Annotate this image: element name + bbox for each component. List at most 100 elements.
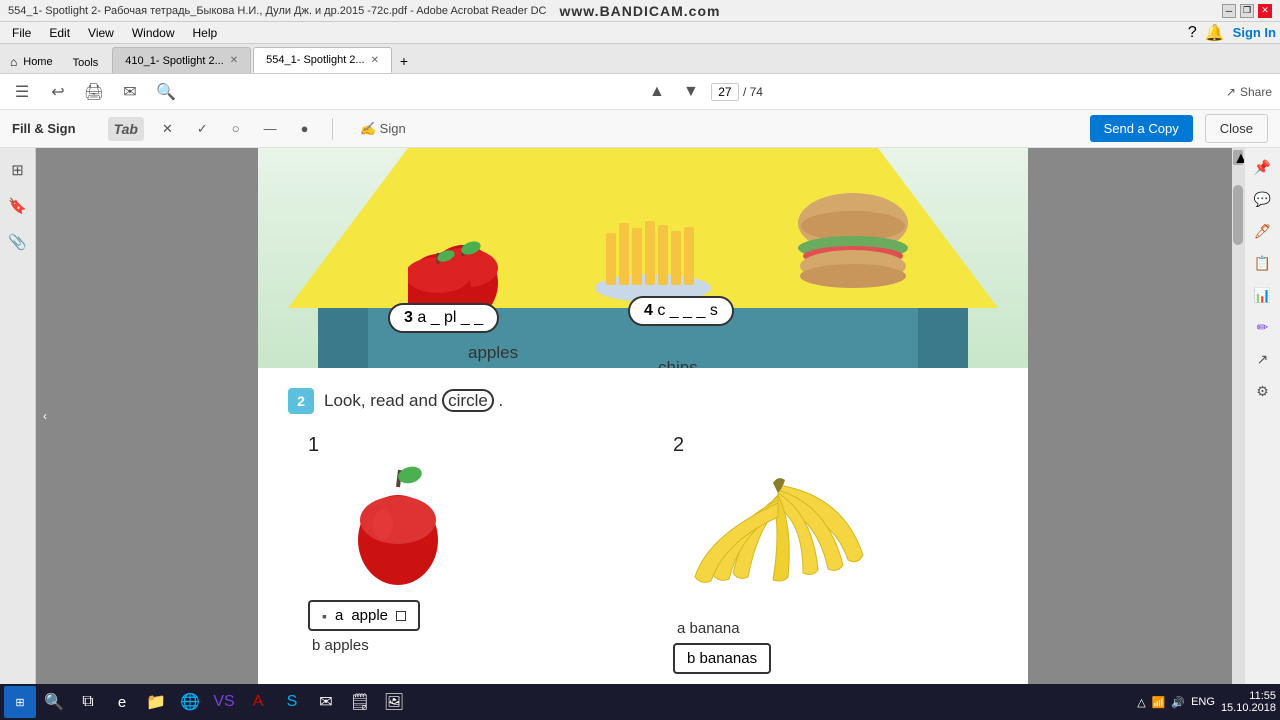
item-2-option-a: a banana: [677, 620, 740, 637]
word-box-4: 4 c _ _ _ s: [628, 296, 734, 326]
search-button[interactable]: 🔍: [152, 78, 180, 106]
vs-icon[interactable]: VS: [208, 686, 240, 718]
ie-icon[interactable]: e: [106, 686, 138, 718]
line-tool[interactable]: —: [258, 117, 283, 140]
send-copy-button[interactable]: Send a Copy: [1090, 115, 1193, 142]
share-label: Share: [1240, 85, 1272, 99]
tab-1-close[interactable]: ✕: [230, 55, 238, 66]
bell-icon[interactable]: 🔔: [1205, 23, 1225, 43]
exercise-2-section: 2 Look, read and circle . 1: [258, 368, 1028, 684]
table-background: 3 a _ pl _ _ 4 c _ _ _ s apples chips: [258, 148, 1028, 368]
sign-button[interactable]: ✍ Sign: [351, 117, 413, 141]
search-taskbar-icon[interactable]: 🔍: [38, 686, 70, 718]
rs-edit-icon[interactable]: ✏: [1248, 312, 1278, 342]
item-2-option-b-text: bananas: [700, 650, 758, 667]
page-number-input[interactable]: [711, 83, 739, 101]
titlebar-controls: ─ ❐ ✕: [1222, 4, 1272, 18]
menu-view[interactable]: View: [80, 24, 122, 42]
rs-arrow-icon[interactable]: ↗: [1248, 344, 1278, 374]
mail-icon[interactable]: ✉: [310, 686, 342, 718]
titlebar-title: 554_1- Spotlight 2- Рабочая тетрадь_Быко…: [8, 5, 546, 17]
circle-word: circle: [442, 389, 494, 412]
exercise-2-number: 2: [288, 388, 314, 414]
network-icon: 📶: [1152, 696, 1166, 709]
dot-tool[interactable]: ●: [295, 117, 315, 140]
sidebar-bookmark-icon[interactable]: 🔖: [4, 192, 32, 220]
menubar: File Edit View Window Help ? 🔔 Sign In: [0, 22, 1280, 44]
vertical-scrollbar[interactable]: ▲: [1232, 148, 1244, 684]
scroll-left-arrow[interactable]: ‹: [43, 409, 47, 423]
rs-pin-icon[interactable]: 📌: [1248, 152, 1278, 182]
next-page-button[interactable]: ▼: [677, 78, 705, 106]
share-button[interactable]: ↗ Share: [1226, 85, 1272, 99]
tray-arrow[interactable]: △: [1137, 696, 1145, 709]
close-window-button[interactable]: ✕: [1258, 4, 1272, 18]
folder-icon[interactable]: 📁: [140, 686, 172, 718]
prev-page-button[interactable]: ▲: [643, 78, 671, 106]
sidebar-thumbnail-icon[interactable]: ⊞: [4, 156, 32, 184]
item-1-checkbox: [396, 611, 406, 621]
chrome-icon[interactable]: 🌐: [174, 686, 206, 718]
rs-comment-icon[interactable]: 💬: [1248, 184, 1278, 214]
rs-stamp-icon[interactable]: 📋: [1248, 248, 1278, 278]
fillsign-label: Fill & Sign: [12, 121, 76, 136]
img-icon[interactable]: 🖼: [378, 686, 410, 718]
rs-chart-icon[interactable]: 📊: [1248, 280, 1278, 310]
acrobat-taskbar-icon[interactable]: A: [242, 686, 274, 718]
fillsign-bar: Fill & Sign Tab ✕ ✓ ○ — ● ✍ Sign Send a …: [0, 110, 1280, 148]
tools-label: Tools: [73, 57, 99, 69]
back-button[interactable]: ↩: [44, 78, 72, 106]
menu-help[interactable]: Help: [185, 24, 226, 42]
check-tool[interactable]: ✓: [191, 117, 214, 141]
close-fillsign-button[interactable]: Close: [1205, 114, 1268, 143]
word-3-number: 3: [404, 309, 417, 326]
menu-window[interactable]: Window: [124, 24, 183, 42]
tab-tool[interactable]: Tab: [108, 117, 144, 141]
sign-in-button[interactable]: Sign In: [1233, 25, 1276, 40]
menu-file[interactable]: File: [4, 24, 39, 42]
tab-2-close[interactable]: ✕: [371, 55, 379, 66]
scroll-up-arrow[interactable]: ▲: [1233, 150, 1243, 165]
start-icon: ⊞: [15, 696, 24, 709]
word-4-text: c _ _ _ s: [657, 302, 717, 319]
sidebar-attachment-icon[interactable]: 📎: [4, 228, 32, 256]
apples-svg: [408, 208, 508, 318]
item-1-option-a-label: a: [335, 607, 343, 624]
exercise-2-instruction: Look, read and circle .: [324, 391, 503, 411]
calc-icon[interactable]: 🗒: [344, 686, 376, 718]
tabbar: ⌂ Home Tools 410_1- Spotlight 2... ✕ 554…: [0, 44, 1280, 74]
clear-tool[interactable]: ✕: [156, 117, 179, 141]
label-apples: apples: [468, 343, 518, 363]
tab-2[interactable]: 554_1- Spotlight 2... ✕: [253, 47, 392, 73]
home-tab[interactable]: ⌂ Home: [4, 51, 59, 73]
item-2: 2: [633, 434, 998, 674]
task-view-icon[interactable]: ⧉: [72, 686, 104, 718]
tab-1-label: 410_1- Spotlight 2...: [125, 55, 223, 67]
panel-toggle-button[interactable]: ☰: [8, 78, 36, 106]
start-button[interactable]: ⊞: [4, 686, 36, 718]
item-2-image-container: [673, 465, 883, 610]
item-1-option-b: b apples: [312, 637, 369, 654]
help-icon[interactable]: ?: [1188, 24, 1197, 42]
skype-icon[interactable]: S: [276, 686, 308, 718]
scrollbar-thumb[interactable]: [1233, 185, 1243, 245]
page-indicator: / 74: [711, 83, 763, 101]
email-button[interactable]: ✉: [116, 78, 144, 106]
tab-1[interactable]: 410_1- Spotlight 2... ✕: [112, 47, 251, 73]
sign-icon: ✍: [359, 121, 375, 137]
print-button[interactable]: 🖨: [80, 78, 108, 106]
restore-button[interactable]: ❐: [1240, 4, 1254, 18]
item-2-number: 2: [673, 434, 684, 457]
exercise-2-header: 2 Look, read and circle .: [288, 388, 998, 414]
page-wrapper: 3 a _ pl _ _ 4 c _ _ _ s apples chips: [258, 148, 1028, 684]
rs-gear-icon[interactable]: ⚙: [1248, 376, 1278, 406]
sandwich-image: [788, 188, 918, 313]
word-box-3: 3 a _ pl _ _: [388, 303, 499, 333]
rs-highlight-icon[interactable]: 🖊: [1248, 216, 1278, 246]
minimize-button[interactable]: ─: [1222, 4, 1236, 18]
circle-tool[interactable]: ○: [226, 117, 246, 140]
items-row: 1 ▪ a: [288, 434, 998, 674]
menu-edit[interactable]: Edit: [41, 24, 78, 42]
tools-tab[interactable]: Tools: [65, 53, 107, 73]
new-tab-button[interactable]: +: [394, 49, 414, 73]
